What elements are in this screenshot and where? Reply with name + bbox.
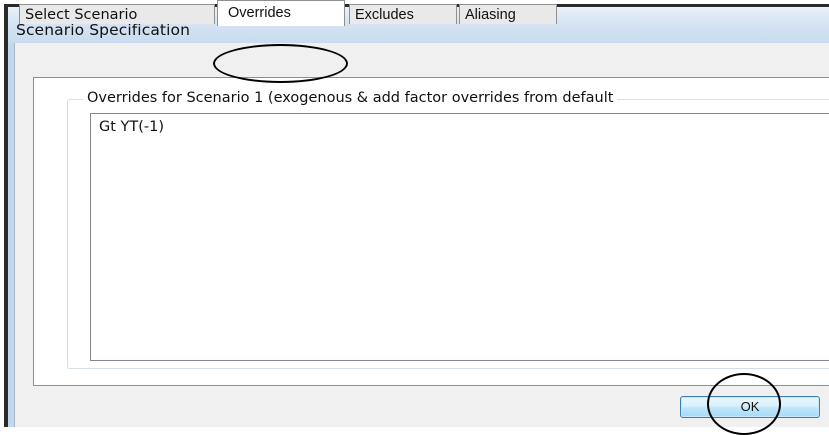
tab-excludes[interactable]: Excludes: [349, 4, 457, 24]
overrides-textarea[interactable]: Gt YT(-1): [90, 113, 829, 361]
tab-overrides[interactable]: Overrides: [217, 0, 345, 26]
overrides-group-label: Overrides for Scenario 1 (exogenous & ad…: [83, 90, 618, 106]
ok-button[interactable]: OK: [680, 396, 820, 418]
overrides-textarea-value: Gt YT(-1): [99, 119, 165, 135]
tab-select-scenario[interactable]: Select Scenario: [19, 4, 215, 24]
tab-aliasing[interactable]: Aliasing: [459, 4, 557, 24]
